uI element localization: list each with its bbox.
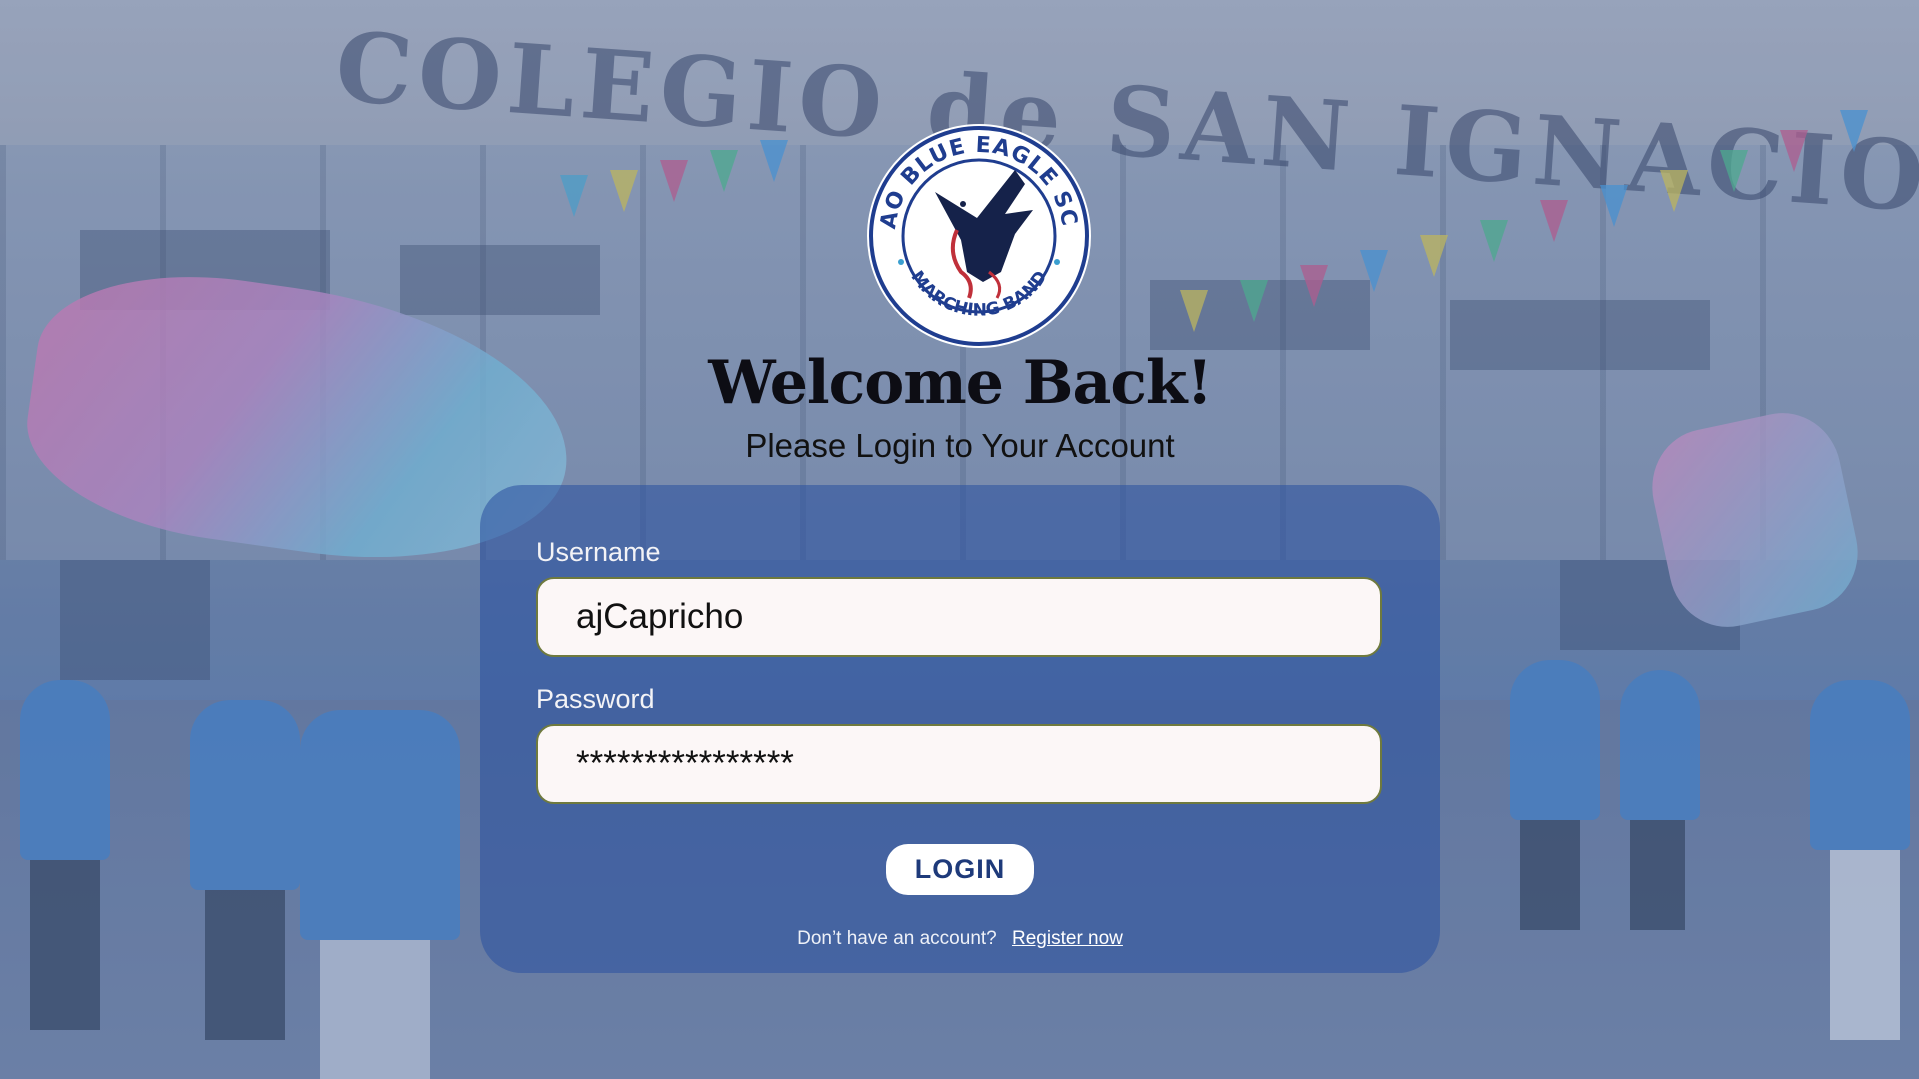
login-page: COLEGIO de SAN IGNACIO, INC	[0, 0, 1919, 1079]
marching-band-logo: DAVAO BLUE EAGLE SCOUT MARCHING BAND	[865, 122, 1091, 348]
password-input[interactable]: ****************	[536, 724, 1382, 804]
register-row: Don’t have an account? Register now	[480, 928, 1440, 950]
username-input[interactable]: ajCapricho	[536, 577, 1382, 657]
page-subtitle: Please Login to Your Account	[745, 427, 1175, 464]
login-button[interactable]: LOGIN	[886, 844, 1034, 895]
page-title: Welcome Back!	[708, 348, 1213, 418]
password-label: Password	[536, 684, 655, 714]
login-card: Username ajCapricho Password ***********…	[480, 485, 1440, 973]
register-link[interactable]: Register now	[1012, 928, 1123, 949]
register-prompt: Don’t have an account?	[797, 928, 997, 949]
username-label: Username	[536, 537, 661, 567]
